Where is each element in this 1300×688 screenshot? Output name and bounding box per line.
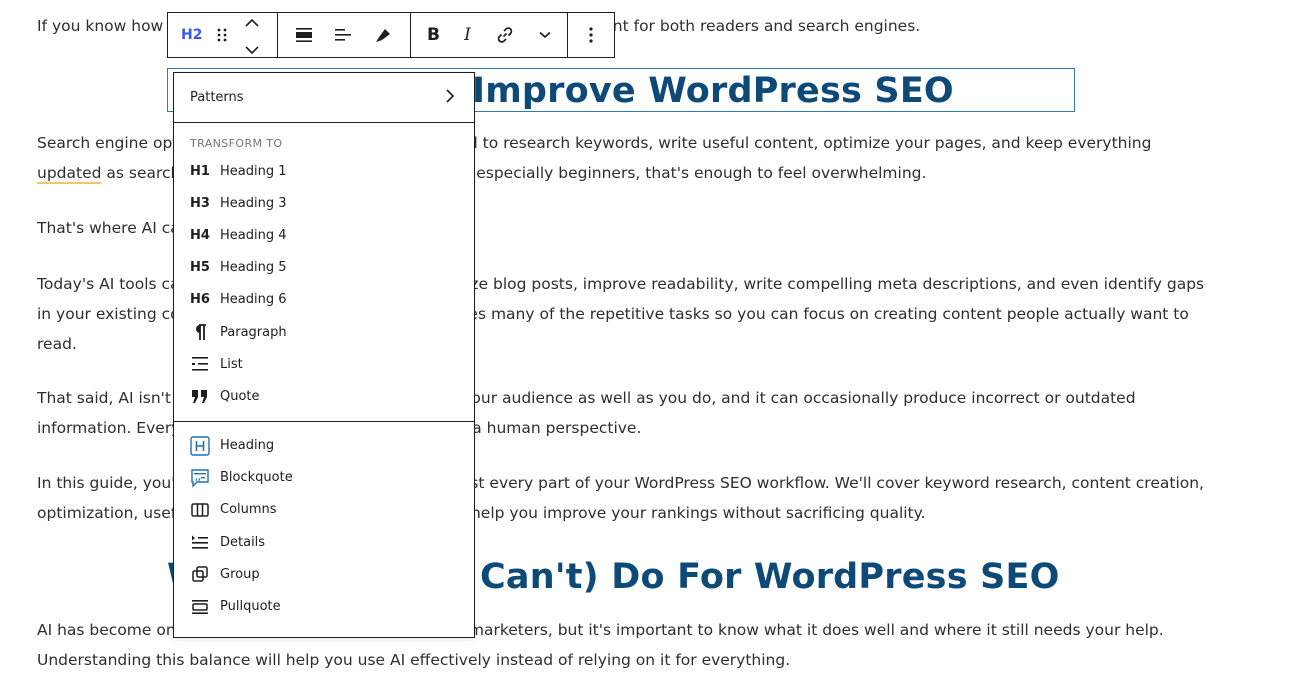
- transform-details[interactable]: Details: [174, 526, 474, 558]
- heading-improve-seo[interactable]: Improve WordPress SEO: [472, 68, 954, 114]
- transform-paragraph[interactable]: Paragraph: [174, 316, 474, 348]
- more-format-chevron-icon[interactable]: [539, 13, 551, 57]
- paragraph-icon: [190, 322, 210, 342]
- h1-icon: H1: [190, 163, 210, 179]
- transform-pullquote[interactable]: Pullquote: [174, 590, 474, 622]
- align-wide-icon[interactable]: [295, 13, 313, 57]
- columns-icon: [190, 500, 210, 520]
- transform-heading-5[interactable]: H5 Heading 5: [174, 252, 474, 284]
- transform-list[interactable]: List: [174, 348, 474, 380]
- heading-what-ai-can-do-rest[interactable]: Can't) Do For WordPress SEO: [480, 554, 1060, 600]
- transform-columns[interactable]: Columns: [174, 494, 474, 526]
- h6-icon: H6: [190, 292, 210, 308]
- highlighter-icon[interactable]: [373, 13, 393, 57]
- block-transform-menu: Patterns TRANSFORM TO H1 Heading 1 H3 Head…: [173, 72, 475, 638]
- menu-divider: [174, 420, 474, 430]
- block-toolbar: H2 B I: [167, 12, 615, 58]
- italic-icon[interactable]: I: [464, 13, 471, 57]
- more-vertical-icon[interactable]: [589, 13, 593, 57]
- bold-icon[interactable]: B: [427, 13, 440, 57]
- transform-group[interactable]: Group: [174, 558, 474, 590]
- block-type-button[interactable]: H2: [168, 13, 216, 57]
- chevron-up-icon[interactable]: [245, 12, 259, 31]
- transform-heading-4[interactable]: H4 Heading 4: [174, 219, 474, 251]
- transform-heading-6[interactable]: H6 Heading 6: [174, 284, 474, 316]
- transform-quote[interactable]: Quote: [174, 380, 474, 412]
- transform-heading-block[interactable]: Heading: [174, 430, 474, 462]
- toolbar-group-options: [568, 13, 614, 57]
- blockquote-icon: ,,: [190, 468, 210, 488]
- patterns-label: Patterns: [190, 90, 244, 105]
- link-icon[interactable]: [495, 13, 515, 57]
- h3-icon: H3: [190, 195, 210, 211]
- chevron-right-icon: [446, 88, 455, 107]
- heading-block-icon: [190, 435, 210, 456]
- pullquote-icon: [190, 597, 210, 617]
- transform-heading-3[interactable]: H3 Heading 3: [174, 187, 474, 219]
- h4-icon: H4: [190, 227, 210, 243]
- list-icon: [190, 354, 210, 374]
- drag-handle-icon[interactable]: [216, 13, 228, 57]
- toolbar-group-align: [278, 13, 411, 57]
- toolbar-group-block: H2: [168, 13, 278, 57]
- block-type-label: H2: [181, 27, 203, 43]
- patterns-menu-item[interactable]: Patterns: [174, 73, 474, 123]
- quote-icon: [190, 386, 210, 406]
- transform-section-title: TRANSFORM TO: [190, 137, 283, 150]
- transform-blockquote[interactable]: ,, Blockquote: [174, 462, 474, 494]
- chevron-down-icon[interactable]: [245, 39, 259, 58]
- group-icon: [190, 564, 210, 584]
- spellcheck-flagged-word[interactable]: updated: [37, 164, 102, 184]
- transform-heading-1[interactable]: H1 Heading 1: [174, 155, 474, 187]
- details-icon: [190, 532, 210, 552]
- toolbar-group-format: B I: [411, 13, 568, 57]
- text-align-icon[interactable]: [334, 13, 352, 57]
- h5-icon: H5: [190, 260, 210, 276]
